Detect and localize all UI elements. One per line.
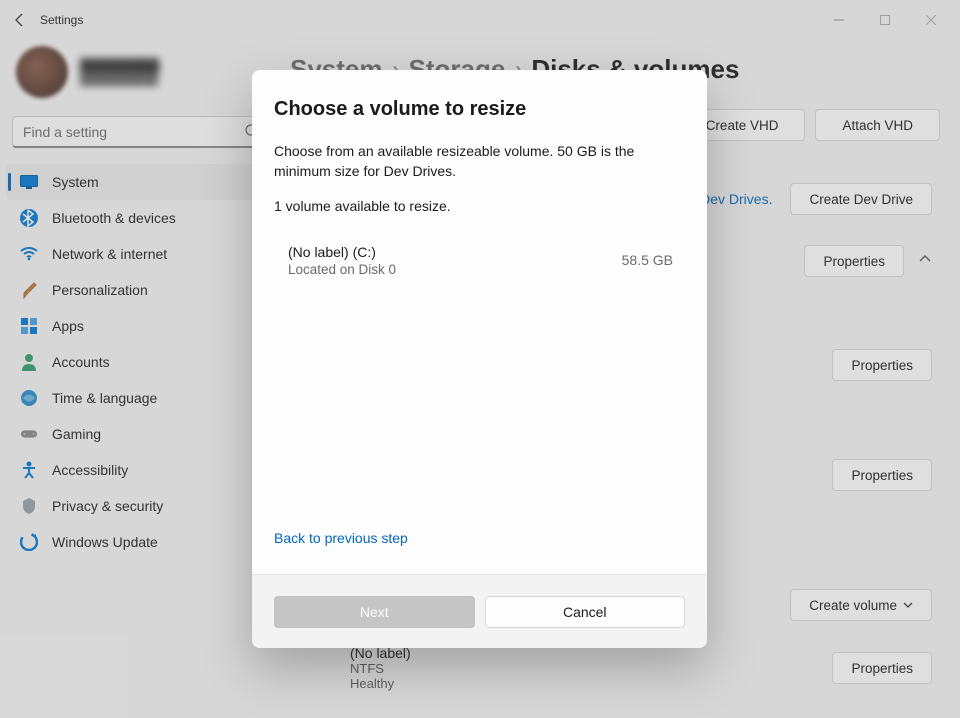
cancel-button[interactable]: Cancel: [485, 596, 686, 628]
volume-item[interactable]: (No label) (C:) Located on Disk 0 58.5 G…: [274, 234, 685, 287]
volume-count: 1 volume available to resize.: [274, 198, 685, 214]
dialog-description: Choose from an available resizeable volu…: [274, 141, 685, 182]
volume-item-location: Located on Disk 0: [288, 262, 622, 277]
next-button[interactable]: Next: [274, 596, 475, 628]
volume-item-name: (No label) (C:): [288, 244, 622, 260]
dialog-title: Choose a volume to resize: [274, 98, 685, 121]
resize-volume-dialog: Choose a volume to resize Choose from an…: [252, 70, 707, 648]
back-to-previous-link[interactable]: Back to previous step: [274, 524, 685, 564]
volume-item-size: 58.5 GB: [622, 252, 673, 268]
